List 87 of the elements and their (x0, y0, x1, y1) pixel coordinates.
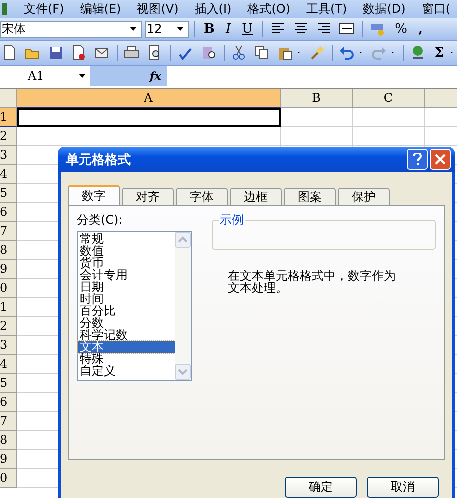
menu-item[interactable]: 窗口( (422, 0, 451, 18)
tab[interactable]: 边框 (230, 188, 282, 205)
tab[interactable]: 对齐 (122, 188, 174, 205)
close-button[interactable] (430, 149, 451, 170)
row-header[interactable]: 6 (0, 203, 17, 222)
list-item[interactable]: 会计专用 (78, 269, 175, 281)
cut-icon[interactable] (230, 45, 247, 61)
group-label: 示例 (219, 212, 245, 229)
menu-item[interactable]: 格式(O) (248, 0, 291, 18)
dialog-title: 单元格格式 (66, 152, 132, 168)
row-header[interactable]: 8 (0, 431, 17, 450)
row-header[interactable]: 1 (0, 108, 17, 127)
question-mark-icon (413, 153, 422, 166)
tab[interactable]: 字体 (176, 188, 228, 205)
list-item[interactable]: 分数 (78, 317, 175, 329)
row-header[interactable]: 3 (0, 336, 17, 355)
row-header[interactable]: 7 (0, 412, 17, 431)
list-item[interactable]: 特殊 (78, 353, 175, 365)
row-header[interactable]: 4 (0, 165, 17, 184)
row-header[interactable]: 8 (0, 241, 17, 260)
dialog-button[interactable]: 确定 (285, 477, 357, 498)
row-header[interactable]: 9 (0, 260, 17, 279)
list-item[interactable]: 日期 (78, 281, 175, 293)
insert-function-button[interactable]: fx (150, 70, 162, 82)
merge-cells-icon[interactable] (339, 21, 356, 37)
column-header[interactable]: C (353, 89, 425, 108)
category-list[interactable]: 常规 数值 货币 会计专用 日期 时间 百分比 分数 科学记数 文本 特殊 自定义 (77, 231, 192, 381)
spreadsheet-icon[interactable] (2, 2, 8, 16)
undo-icon[interactable] (338, 45, 355, 61)
row-header[interactable]: 9 (0, 450, 17, 469)
copy-icon[interactable] (254, 45, 270, 61)
dialog-button[interactable]: 取消 (367, 477, 439, 498)
menu-item[interactable]: 编辑(E) (80, 0, 122, 18)
caret-icon[interactable] (79, 74, 86, 78)
list-item[interactable]: 百分比 (78, 305, 175, 317)
menu-item[interactable]: 文件(F) (24, 0, 64, 18)
row-header[interactable]: 5 (0, 184, 17, 203)
row-header[interactable]: 5 (0, 374, 17, 393)
row-header[interactable]: 1 (0, 298, 17, 317)
close-icon (435, 154, 446, 165)
help-button[interactable] (407, 149, 428, 170)
list-item[interactable]: 科学记数 (78, 329, 175, 341)
tab[interactable]: 保护 (338, 188, 390, 205)
row-header[interactable]: 3 (0, 146, 17, 165)
name-box[interactable]: A1 (0, 66, 90, 86)
row-header[interactable]: 6 (0, 393, 17, 412)
list-item[interactable]: 自定义 (78, 365, 175, 377)
menu-item[interactable]: 视图(V) (137, 0, 179, 18)
row-header[interactable]: 7 (0, 222, 17, 241)
list-item[interactable]: 时间 (78, 293, 175, 305)
font-size-field[interactable]: 12 (145, 20, 189, 38)
currency-icon[interactable] (370, 21, 386, 37)
save-icon[interactable] (48, 45, 64, 61)
autosum-button[interactable]: Σ (430, 46, 448, 60)
list-item[interactable]: 数值 (78, 245, 175, 257)
tab[interactable]: 数字 (68, 185, 120, 205)
menu-item[interactable]: 数据(D) (363, 0, 406, 18)
table-cell[interactable] (17, 108, 281, 127)
list-item[interactable]: 常规 (78, 233, 175, 245)
caret-icon[interactable] (177, 27, 184, 31)
formula-input[interactable] (167, 66, 457, 86)
category-label: 分类(C): (77, 212, 124, 229)
paste-icon[interactable] (276, 45, 293, 61)
description-text: 在文本单元格格式中，数字作为文本处理。 (228, 270, 397, 294)
row-header[interactable]: 0 (0, 279, 17, 298)
list-item[interactable]: 文本 (78, 341, 175, 353)
caret-icon[interactable] (130, 27, 137, 31)
row-header[interactable]: 2 (0, 127, 17, 146)
percent-button[interactable]: % (391, 22, 412, 36)
column-header[interactable]: B (281, 89, 353, 108)
document-icon[interactable] (71, 45, 87, 61)
font-field[interactable]: 宋体 (0, 20, 142, 38)
tab[interactable]: 图案 (284, 188, 336, 205)
print-icon[interactable] (124, 45, 140, 61)
list-item[interactable]: 货币 (78, 257, 175, 269)
row-header[interactable]: 2 (0, 317, 17, 336)
underline-button[interactable]: U (238, 22, 258, 36)
column-header[interactable]: A (17, 89, 281, 108)
menu-item[interactable]: 插入(I) (194, 0, 232, 18)
new-document-icon[interactable] (2, 45, 18, 61)
row-header[interactable]: 4 (0, 355, 17, 374)
menu-item[interactable]: 工具(T) (306, 0, 348, 18)
row-header[interactable]: 0 (0, 469, 17, 488)
comma-button[interactable]: , (414, 22, 427, 36)
format-painter-icon[interactable] (308, 45, 325, 61)
italic-button[interactable]: I (222, 22, 236, 36)
bold-button[interactable]: B (200, 22, 219, 36)
